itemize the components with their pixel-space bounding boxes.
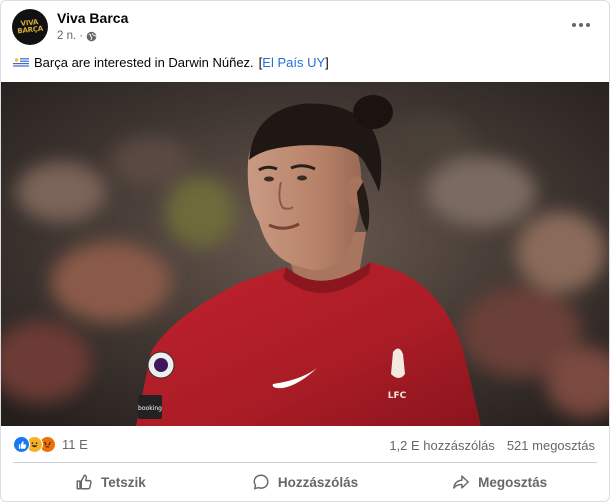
post-meta: 2 n. · (57, 30, 97, 42)
comment-count[interactable]: 1,2 E hozzászólás (389, 438, 495, 453)
like-button[interactable]: Tetszik (13, 465, 208, 499)
like-reaction-icon (13, 436, 30, 453)
avatar-logo-text: VIVA BARÇA (17, 18, 44, 36)
share-label: Megosztás (478, 474, 548, 490)
sleeve-sponsor-text: booking (138, 405, 162, 412)
post-card: VIVA BARÇA Viva Barca 2 n. · Barça are i… (0, 0, 610, 502)
share-count[interactable]: 521 megosztás (507, 438, 595, 453)
engagement-counts: 1,2 E hozzászólás 521 megosztás (389, 438, 595, 453)
reaction-count: 11 E (62, 437, 88, 452)
source-bracket: [El País UY] (258, 55, 329, 70)
post-time[interactable]: 2 n. (57, 30, 76, 42)
share-button[interactable]: Megosztás (402, 465, 597, 499)
more-dot (572, 23, 576, 27)
left-eye (264, 176, 274, 182)
reaction-summary[interactable]: 11 E (13, 436, 88, 453)
globe-icon (86, 31, 97, 41)
more-dot (579, 23, 583, 27)
thumbs-up-icon (76, 474, 92, 490)
more-options-button[interactable] (567, 13, 595, 37)
post-actions: Tetszik Hozzászólás Megosztás (13, 465, 597, 499)
premier-league-badge-inner (154, 358, 168, 372)
actions-divider (13, 462, 597, 463)
uruguay-flag-icon (13, 57, 29, 68)
post-text: Barça are interested in Darwin Núñez. [E… (13, 55, 329, 70)
post-header: VIVA BARÇA Viva Barca 2 n. · (1, 1, 609, 53)
post-photo[interactable]: booking LFC (1, 82, 610, 426)
comment-button[interactable]: Hozzászólás (208, 465, 403, 499)
comment-label: Hozzászólás (277, 474, 359, 490)
share-arrow-icon (453, 475, 470, 489)
hair-bun (353, 95, 393, 129)
source-link[interactable]: El País UY (262, 55, 325, 70)
more-dot (586, 23, 590, 27)
post-stats: 11 E 1,2 E hozzászólás 521 megosztás (1, 431, 609, 459)
post-body: Barça are interested in Darwin Núñez. (34, 55, 254, 70)
crest-text: LFC (388, 391, 407, 401)
comment-bubble-icon (253, 474, 269, 490)
page-name[interactable]: Viva Barca (57, 10, 128, 26)
separator-dot: · (79, 30, 84, 42)
right-eye (297, 175, 307, 181)
like-label: Tetszik (100, 474, 146, 490)
avatar[interactable]: VIVA BARÇA (12, 9, 48, 45)
